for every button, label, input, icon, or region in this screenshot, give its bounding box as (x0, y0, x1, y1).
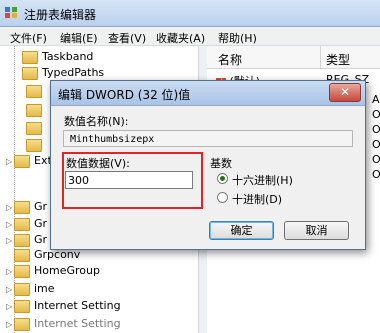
tree-item-internet-setting[interactable]: ▷ Internet Setting (6, 298, 121, 314)
list-cell-type: OR (372, 153, 380, 166)
folder-icon (14, 317, 30, 331)
list-cell-type: OR (372, 123, 380, 136)
folder-icon (14, 233, 30, 247)
base-group-label: 基数 (210, 157, 232, 170)
folder-icon (14, 264, 30, 278)
value-data-input[interactable]: 300 (65, 171, 193, 189)
tree-item-ime[interactable]: ▷ ime (6, 281, 55, 297)
value-name-field: Minthumbsizepx (63, 130, 353, 147)
folder-icon (26, 138, 42, 152)
menu-edit[interactable]: 编辑(E) (60, 30, 98, 46)
column-divider[interactable] (320, 46, 321, 68)
expand-arrow-icon[interactable]: ▷ (6, 154, 14, 170)
list-cell-type: OR (372, 138, 380, 151)
menu-file[interactable]: 文件(F) (10, 30, 47, 46)
tree-item-gr[interactable]: ▷ Gr (6, 199, 47, 215)
folder-icon (22, 50, 38, 64)
column-name-header[interactable]: 名称 (218, 51, 242, 68)
tree-item-hidden[interactable] (26, 83, 46, 99)
expand-arrow-icon[interactable]: ▷ (6, 200, 14, 216)
folder-icon (14, 154, 30, 168)
folder-icon (14, 248, 30, 262)
hex-radio[interactable] (217, 173, 228, 184)
list-cell-type: AR (372, 93, 380, 106)
folder-icon (14, 299, 30, 313)
tree-item-taskband[interactable]: Taskband (22, 49, 93, 65)
tree-item-hidden[interactable] (26, 120, 46, 136)
decimal-radio-label[interactable]: 十进制(D) (232, 191, 282, 207)
expand-arrow-icon[interactable]: ▷ (6, 317, 14, 333)
list-cell-type: OR (372, 168, 380, 181)
folder-icon (26, 84, 42, 98)
decimal-radio[interactable] (217, 192, 228, 203)
value-data-label: 数值数据(V): (66, 157, 130, 170)
cancel-button[interactable]: 取消 (284, 221, 349, 240)
column-type-header[interactable]: 类型 (326, 51, 350, 68)
tree-item-typedpaths[interactable]: TypedPaths (22, 65, 104, 81)
folder-icon (14, 200, 30, 214)
window-title: 注册表编辑器 (24, 8, 97, 22)
tree-item-gr[interactable]: ▷ Gr (6, 216, 47, 232)
tree-item-internet-setting[interactable]: ▷ Internet Setting (6, 316, 121, 332)
registry-editor-icon (5, 7, 17, 18)
folder-icon (26, 103, 42, 117)
folder-icon (26, 121, 42, 135)
folder-icon (14, 217, 30, 231)
ok-button[interactable]: 确定 (209, 221, 274, 240)
folder-icon (14, 282, 30, 296)
expand-arrow-icon[interactable]: ▷ (6, 217, 14, 233)
expand-arrow-icon[interactable]: ▷ (6, 264, 14, 280)
tree-item-ext[interactable]: ▷ Ext (6, 153, 52, 169)
tree-item-hidden[interactable] (26, 102, 46, 118)
tree-item-homegroup[interactable]: ▷ HomeGroup (6, 263, 100, 279)
dialog-title: 编辑 DWORD (32 位)值 (58, 88, 191, 102)
expand-arrow-icon[interactable]: ▷ (6, 299, 14, 315)
close-button[interactable]: ✕ (329, 83, 361, 102)
value-name-label: 数值名称(N): (64, 115, 129, 128)
hex-radio-label[interactable]: 十六进制(H) (232, 172, 293, 188)
menu-favorites[interactable]: 收藏夹(A) (156, 30, 205, 46)
folder-icon (22, 66, 38, 80)
list-cell-type: OR (372, 108, 380, 121)
menu-help[interactable]: 帮助(H) (218, 30, 257, 46)
tree-item-hidden[interactable] (26, 137, 46, 153)
tree-item-gr[interactable]: ▷ Gr (6, 232, 47, 248)
expand-arrow-icon[interactable]: ▷ (6, 282, 14, 298)
menu-view[interactable]: 查看(V) (108, 30, 146, 46)
